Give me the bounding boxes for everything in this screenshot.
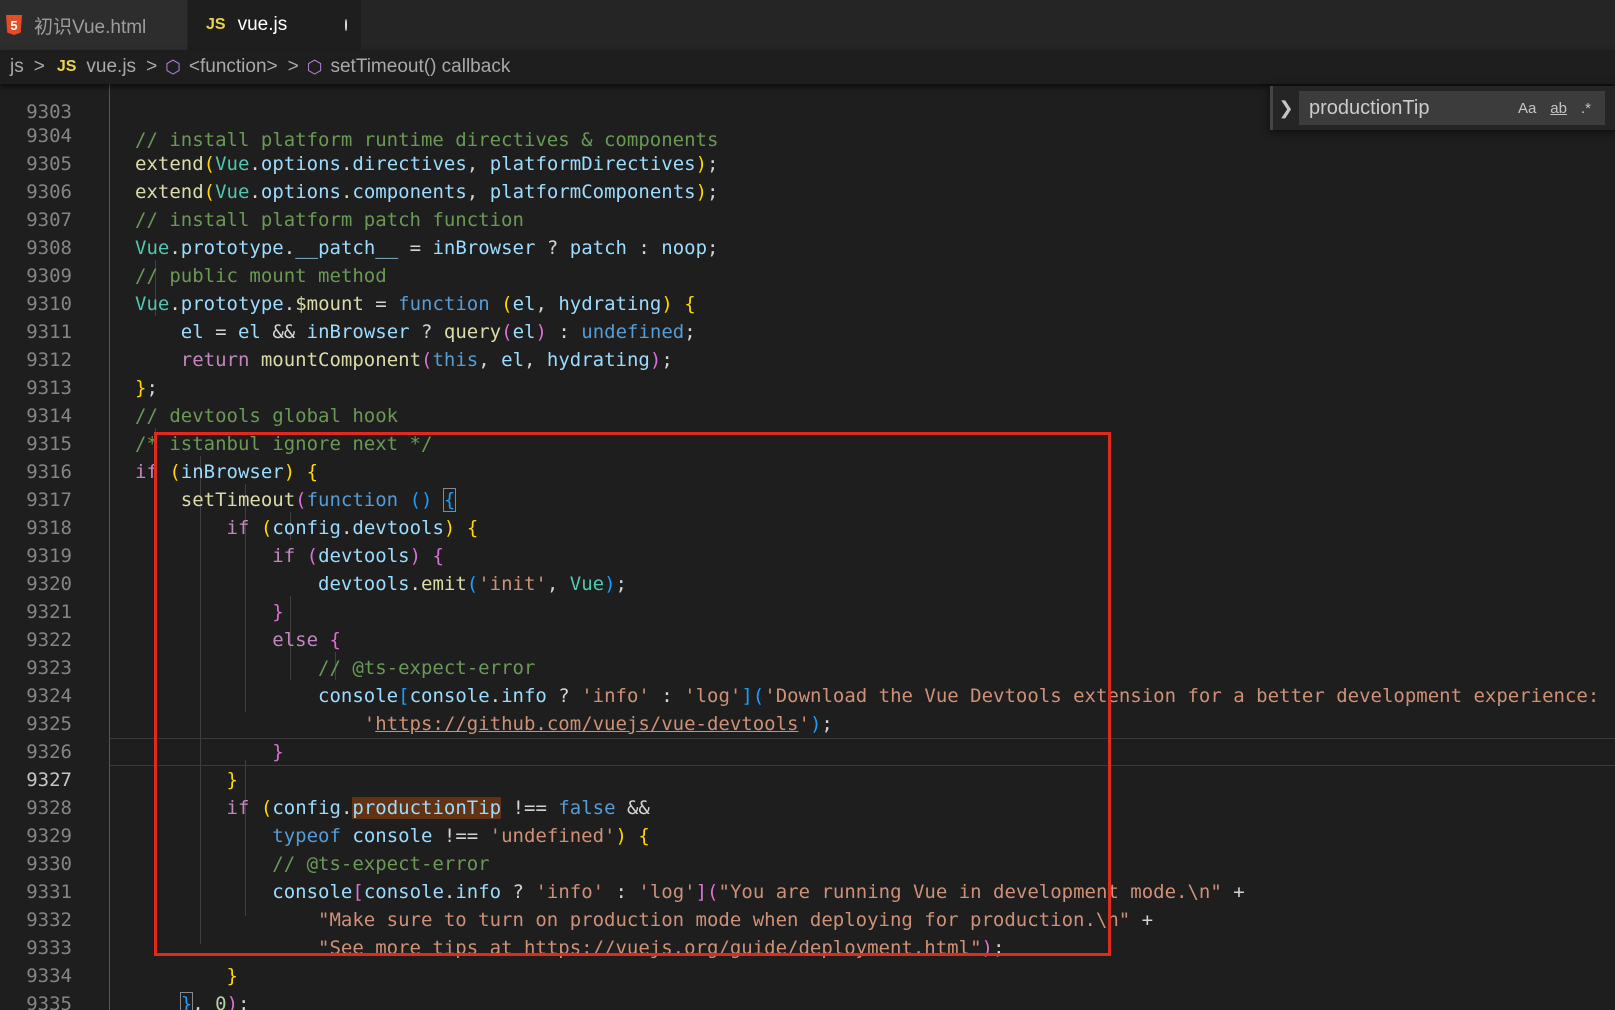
breadcrumb: js > JS vue.js > ⬡ <function> > ⬡ setTim… [0, 50, 1615, 84]
regex-icon[interactable]: .* [1581, 100, 1591, 117]
chevron-right-icon: > [287, 56, 299, 77]
code-line: 9307 Vue.prototype.__patch__ = inBrowser… [0, 178, 1615, 259]
tab-label: vue.js [237, 14, 288, 35]
html5-icon: 5 [6, 15, 22, 35]
code-line: 9309 Vue.prototype.$mount = function (el… [0, 234, 1615, 315]
breadcrumb-file[interactable]: vue.js [86, 56, 136, 78]
toggle-replace-chevron-icon[interactable]: ❯ [1273, 98, 1299, 119]
breadcrumb-folder[interactable]: js [10, 56, 24, 78]
code-line: 9313 // devtools global hook [0, 346, 1615, 427]
tab-bar: 5 初识Vue.html JS vue.js [0, 0, 1615, 50]
find-input-value[interactable]: productionTip [1299, 97, 1518, 120]
breadcrumb-function[interactable]: <function> [189, 56, 278, 78]
code-number: 0 [215, 993, 227, 1010]
js-file-icon: JS [56, 58, 77, 75]
cube-icon: ⬡ [306, 56, 323, 77]
code-line: 9308 // public mount method [0, 206, 1615, 287]
code-line: 9314 /* istanbul ignore next */ [0, 374, 1615, 455]
whole-word-icon[interactable]: ab [1550, 100, 1567, 117]
line-number: 9335 [26, 993, 72, 1010]
code-line: 9310 el = el && inBrowser ? query(el) : … [0, 262, 1615, 343]
unsaved-dot-icon[interactable] [345, 19, 347, 31]
chevron-right-icon: > [146, 56, 158, 77]
chevron-right-icon: > [33, 56, 45, 77]
code-line: 9311 return mountComponent(this, el, hyd… [0, 290, 1615, 371]
tab-vue-js[interactable]: JS vue.js [188, 0, 362, 50]
find-widget: ❯ productionTip Aa ab .* [1270, 86, 1615, 130]
find-input[interactable]: productionTip Aa ab .* [1299, 91, 1605, 125]
cube-icon: ⬡ [165, 56, 181, 77]
code-line: 9306 // install platform patch function [0, 150, 1615, 231]
tab-html-file[interactable]: 5 初识Vue.html [0, 0, 188, 50]
js-file-icon: JS [206, 16, 226, 33]
match-case-icon[interactable]: Aa [1518, 100, 1536, 117]
code-line: 9315 if (inBrowser) { [0, 402, 1615, 483]
code-line: 9312 }; [0, 318, 1615, 399]
code-line: 9335 } [0, 962, 1615, 1010]
highlight-annotation-box [154, 432, 1111, 956]
breadcrumb-callback[interactable]: setTimeout() callback [330, 56, 510, 78]
tab-label: 初识Vue.html [34, 16, 147, 38]
